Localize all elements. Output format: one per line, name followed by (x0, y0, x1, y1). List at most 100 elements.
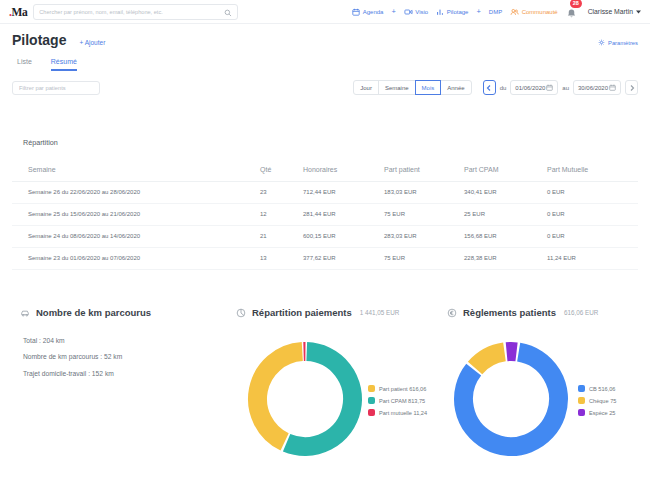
table-cell: Semaine 24 du 08/06/2020 au 14/06/2020 (12, 225, 260, 247)
next-period-button[interactable] (625, 80, 638, 95)
legend-label: Part CPAM 813,75 (379, 398, 425, 404)
car-icon (20, 304, 30, 322)
legend-label: Part patient 616,06 (379, 386, 426, 392)
previous-period-button[interactable] (483, 80, 496, 95)
table-cell: 25 EUR (464, 203, 547, 225)
user-menu[interactable]: Clarisse Martin (588, 8, 641, 15)
table-cell: Semaine 25 du 15/06/2020 au 21/06/2020 (12, 203, 260, 225)
km-panel: Nombre de km parcourus Total : 204 kmNom… (12, 304, 236, 474)
nav-item-label: + (476, 7, 480, 16)
table-cell: 21 (260, 225, 303, 247)
km-stat-line: Total : 204 km (23, 337, 236, 344)
gear-icon (598, 39, 605, 47)
legend-swatch (368, 409, 375, 416)
nav-item-agenda-add[interactable]: + (391, 7, 395, 16)
date-from-label: du (500, 85, 507, 91)
period-button-année[interactable]: Année (440, 80, 471, 95)
payments-chart-panel: Répartition paiements 1 441,05 EUR Part … (236, 304, 447, 474)
tab-résumé[interactable]: Résumé (51, 58, 77, 71)
coin-icon (447, 304, 457, 322)
period-button-semaine[interactable]: Semaine (378, 80, 416, 95)
legend-label: Chèque 75 (589, 398, 616, 404)
legend-item: Chèque 75 (578, 395, 616, 407)
top-bar: .Ma Agenda + Visio Pilotage + DMP Communauté 2… (0, 0, 650, 24)
table-cell: 340,41 EUR (464, 181, 547, 203)
payments-methods-panel: Règlements patients 616,06 EUR CB 516,06… (447, 304, 638, 474)
donut-segment[interactable] (287, 351, 353, 446)
legend-label: Part mutuelle 11,24 (379, 410, 427, 416)
legend-label: Espèce 25 (589, 410, 615, 416)
km-stat-line: Trajet domicile-travail : 152 km (23, 370, 236, 377)
table-cell: 281,44 EUR (303, 203, 384, 225)
table-cell: 75 EUR (384, 247, 464, 269)
table-row: Semaine 24 du 08/06/2020 au 14/06/202021… (12, 225, 638, 247)
table-cell: Semaine 26 du 22/06/2020 au 28/06/2020 (12, 181, 260, 203)
table-cell: 156,68 EUR (464, 225, 547, 247)
filter-input[interactable] (12, 81, 100, 95)
donut-segment[interactable] (475, 351, 504, 367)
date-to-label: au (562, 85, 569, 91)
nav-item-dmp[interactable]: DMP (489, 9, 502, 15)
date-from-input[interactable]: 01/06/2020 (510, 80, 558, 95)
legend-swatch (368, 397, 375, 404)
nav-item-label: Communauté (522, 9, 558, 15)
reglements-chart-total: 616,06 EUR (564, 309, 598, 316)
legend-swatch (578, 409, 585, 416)
date-to-input[interactable]: 30/06/2020 (573, 80, 621, 95)
settings-link[interactable]: Paramètres (598, 39, 638, 47)
legend-item: Part CPAM 813,75 (368, 395, 427, 407)
nav-item-label: + (391, 7, 395, 16)
column-header: Part CPAM (464, 158, 547, 181)
payments-chart-total: 1 441,05 EUR (360, 309, 400, 316)
period-button-jour[interactable]: Jour (353, 80, 379, 95)
period-button-mois[interactable]: Mois (415, 80, 442, 95)
legend-item: Part patient 616,06 (368, 383, 427, 395)
tabs: Liste Résumé (12, 58, 638, 71)
period-button-group: JourSemaineMoisAnnée (353, 80, 471, 95)
nav-item-communaute[interactable]: Communauté (510, 8, 558, 16)
date-from-value: 01/06/2020 (515, 85, 545, 91)
pie-chart-icon (236, 304, 246, 322)
table-cell: 12 (260, 203, 303, 225)
column-header: Qté (260, 158, 303, 181)
reglements-chart-title: Règlements patients (463, 307, 556, 318)
nav-item-pilotage-add[interactable]: + (476, 7, 480, 16)
table-cell: 0 EUR (547, 225, 638, 247)
page-title: Pilotage (12, 32, 66, 48)
nav-item-pilotage[interactable]: Pilotage (436, 8, 468, 16)
nav-item-label: DMP (489, 9, 502, 15)
payments-chart-title: Répartition paiements (252, 307, 352, 318)
nav-item-label: Agenda (363, 9, 384, 15)
donut-segment[interactable] (258, 351, 303, 441)
table-cell: 600,15 EUR (303, 225, 384, 247)
search-input[interactable] (39, 9, 224, 15)
table-cell: 283,03 EUR (384, 225, 464, 247)
legend-swatch (368, 385, 375, 392)
calendar-icon (352, 8, 360, 16)
table-cell: 183,03 EUR (384, 181, 464, 203)
legend-item: CB 516,06 (578, 383, 616, 395)
table-cell: 13 (260, 247, 303, 269)
date-to-value: 30/06/2020 (578, 85, 608, 91)
app-logo[interactable]: .Ma (9, 6, 27, 18)
km-panel-title: Nombre de km parcourus (36, 307, 151, 318)
people-icon (510, 8, 519, 16)
tab-liste[interactable]: Liste (17, 58, 32, 71)
add-button[interactable]: + Ajouter (79, 39, 105, 46)
legend-swatch (578, 397, 585, 404)
bell-icon (566, 5, 577, 22)
nav-item-agenda[interactable]: Agenda (352, 8, 383, 16)
column-header: Semaine (12, 158, 260, 181)
legend-swatch (578, 385, 585, 392)
table-cell: Semaine 23 du 01/06/2020 au 07/06/2020 (12, 247, 260, 269)
top-nav: Agenda + Visio Pilotage + DMP Communauté (344, 7, 557, 16)
nav-item-visio[interactable]: Visio (404, 8, 428, 16)
logo-text: Ma (11, 6, 27, 18)
global-search[interactable] (33, 4, 238, 20)
column-header: Part Mutuelle (547, 158, 638, 181)
table-cell: 75 EUR (384, 203, 464, 225)
notifications-bell[interactable]: 28 (566, 5, 579, 18)
repartition-table: SemaineQtéHonorairesPart patientPart CPA… (12, 158, 638, 270)
nav-item-label: Visio (415, 9, 428, 15)
table-cell: 712,44 EUR (303, 181, 384, 203)
